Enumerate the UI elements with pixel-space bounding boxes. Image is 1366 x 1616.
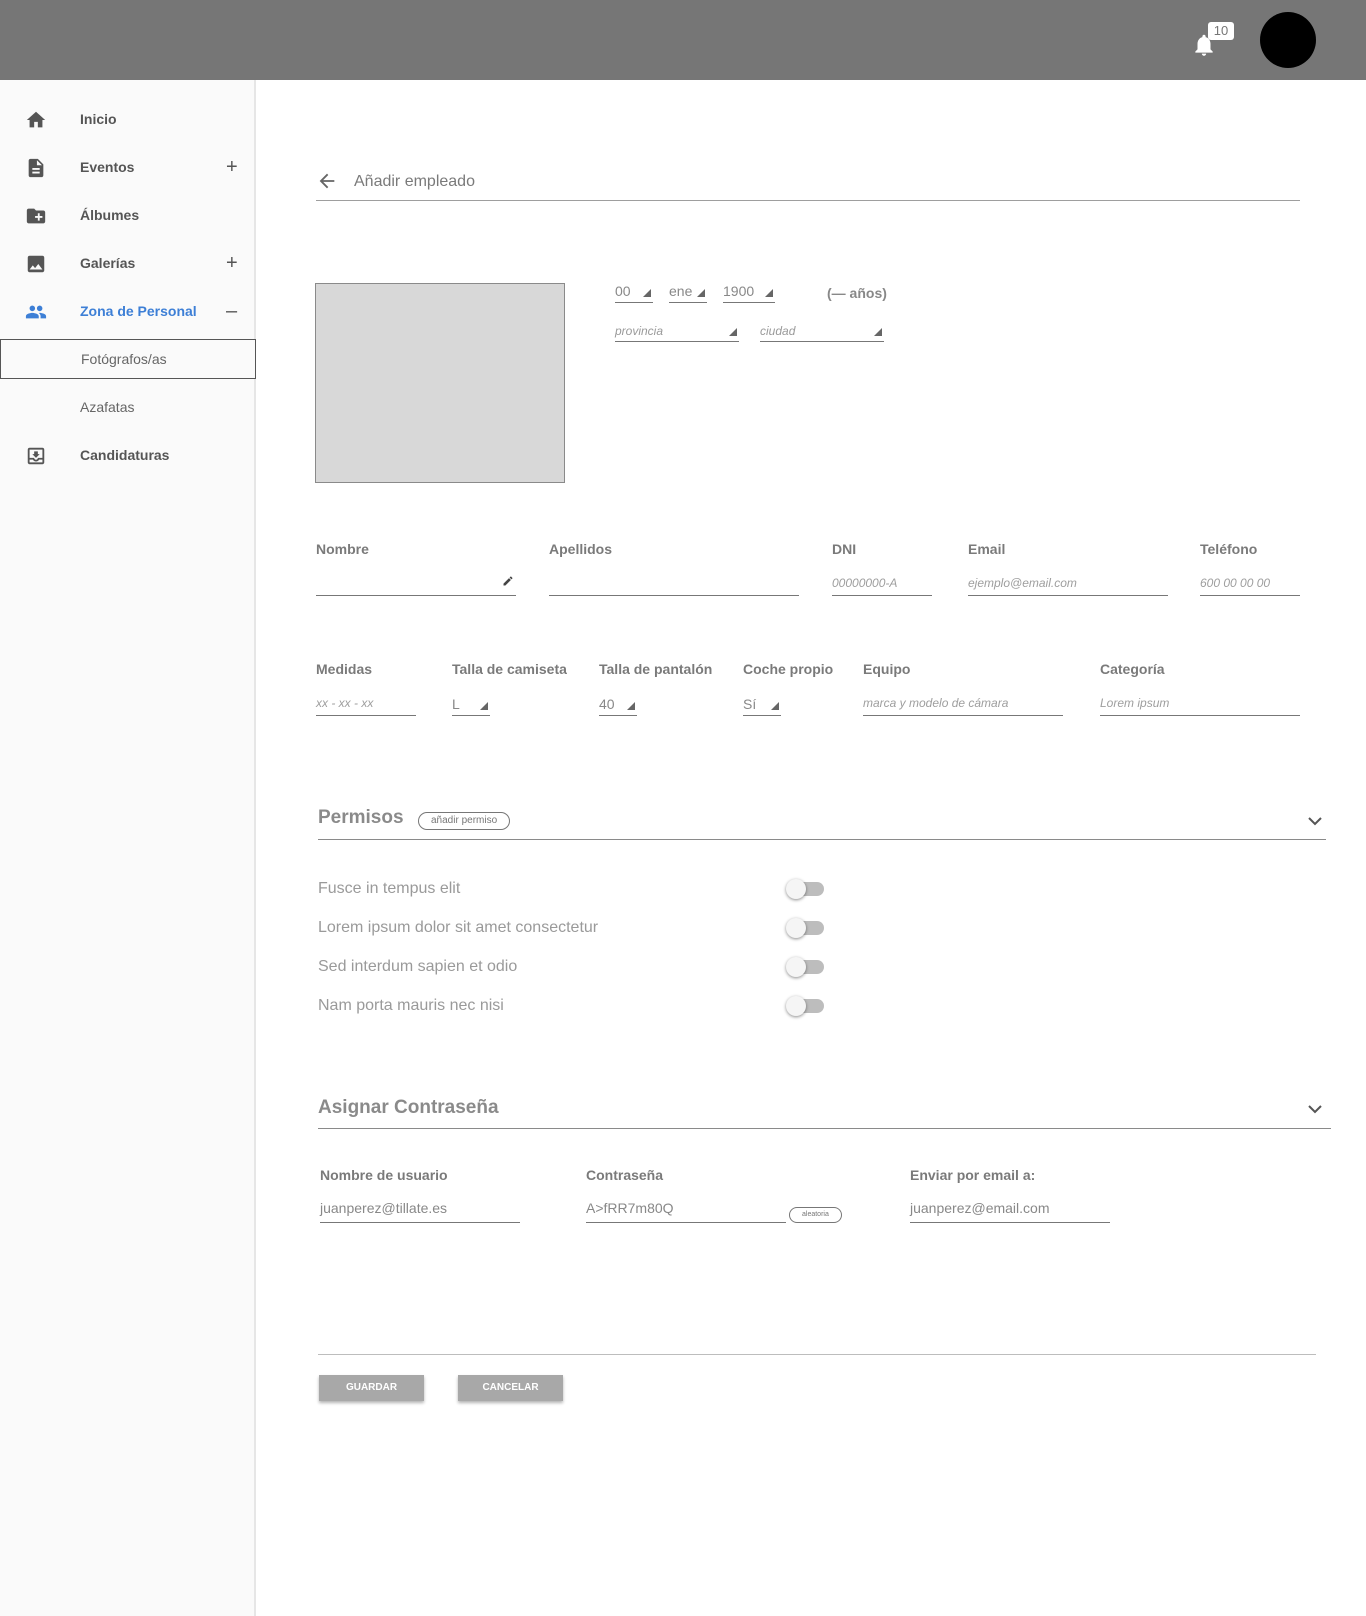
folder-add-icon bbox=[26, 208, 46, 224]
permission-toggle[interactable] bbox=[786, 957, 824, 977]
top-bar: 10 bbox=[0, 0, 1366, 80]
sidebar: Inicio Eventos + Álbumes Galerías + Zona… bbox=[0, 80, 256, 1616]
sidebar-item-label: Fotógrafos/as bbox=[81, 351, 167, 367]
sidebar-item-label: Azafatas bbox=[80, 399, 135, 415]
cancel-button[interactable]: CANCELAR bbox=[458, 1375, 563, 1401]
inbox-download-icon bbox=[27, 447, 45, 465]
password-header[interactable]: Asignar Contraseña bbox=[318, 1094, 1331, 1129]
dropdown-arrow-icon bbox=[874, 328, 882, 336]
send-email-label: Enviar por email a: bbox=[910, 1167, 1036, 1183]
permission-label: Fusce in tempus elit bbox=[318, 880, 461, 897]
categoria-field[interactable]: Lorem ipsum bbox=[1100, 688, 1300, 716]
coche-select[interactable]: Sí bbox=[743, 694, 781, 716]
nombre-field[interactable] bbox=[316, 568, 516, 596]
username-label: Nombre de usuario bbox=[320, 1167, 448, 1183]
sidebar-item-label: Zona de Personal bbox=[80, 303, 197, 319]
people-icon bbox=[25, 305, 47, 319]
sidebar-item-candidaturas[interactable]: Candidaturas bbox=[0, 435, 256, 475]
coche-label: Coche propio bbox=[743, 661, 834, 677]
page-header: Añadir empleado bbox=[316, 168, 1300, 201]
main-content: Añadir empleado 00 ene 1900 (— años) pro… bbox=[258, 80, 1366, 1616]
back-arrow-icon[interactable] bbox=[316, 170, 338, 192]
permisos-title: Permisos bbox=[318, 807, 404, 828]
image-icon bbox=[27, 255, 45, 273]
equipo-field[interactable]: marca y modelo de cámara bbox=[863, 688, 1063, 716]
photo-upload[interactable] bbox=[315, 283, 565, 483]
chevron-down-icon[interactable] bbox=[1308, 1104, 1322, 1114]
dropdown-arrow-icon bbox=[480, 702, 488, 710]
sidebar-item-label: Eventos bbox=[80, 159, 135, 175]
sidebar-item-inicio[interactable]: Inicio bbox=[0, 99, 256, 139]
send-email-field[interactable]: juanperez@email.com bbox=[910, 1195, 1110, 1223]
dropdown-arrow-icon bbox=[643, 289, 651, 297]
permission-toggle[interactable] bbox=[786, 996, 824, 1016]
permission-label: Nam porta mauris nec nisi bbox=[318, 997, 504, 1014]
notification-badge: 10 bbox=[1208, 22, 1234, 40]
password-label: Contraseña bbox=[586, 1167, 664, 1183]
permission-label: Sed interdum sapien et odio bbox=[318, 958, 518, 975]
pantalon-select[interactable]: 40 bbox=[599, 694, 637, 716]
dni-field[interactable]: 00000000-A bbox=[832, 568, 932, 596]
apellidos-field[interactable] bbox=[549, 568, 799, 596]
medidas-field[interactable]: xx - xx - xx bbox=[316, 688, 416, 716]
email-label: Email bbox=[968, 541, 1006, 557]
sidebar-item-label: Álbumes bbox=[80, 207, 140, 223]
permission-toggle[interactable] bbox=[786, 918, 824, 938]
sidebar-item-albumes[interactable]: Álbumes bbox=[0, 195, 256, 235]
dropdown-arrow-icon bbox=[627, 702, 635, 710]
page-title: Añadir empleado bbox=[354, 173, 475, 190]
document-icon bbox=[28, 158, 44, 178]
username-field[interactable]: juanperez@tillate.es bbox=[320, 1195, 520, 1223]
camiseta-label: Talla de camiseta bbox=[452, 661, 567, 677]
birth-month-select[interactable]: ene bbox=[669, 281, 707, 303]
random-password-button[interactable]: aleatoria bbox=[789, 1207, 842, 1223]
permission-label: Lorem ipsum dolor sit amet consectetur bbox=[318, 919, 599, 936]
sidebar-subitem-fotografos[interactable]: Fotógrafos/as bbox=[0, 339, 256, 379]
divider bbox=[318, 1354, 1316, 1355]
save-button[interactable]: GUARDAR bbox=[319, 1375, 424, 1401]
dropdown-arrow-icon bbox=[729, 328, 737, 336]
sidebar-subitem-azafatas[interactable]: Azafatas bbox=[0, 387, 256, 427]
telefono-label: Teléfono bbox=[1200, 541, 1258, 557]
password-title: Asignar Contraseña bbox=[318, 1097, 499, 1118]
avatar[interactable] bbox=[1260, 12, 1316, 68]
password-field[interactable]: A>fRR7m80Q bbox=[586, 1195, 786, 1223]
birth-day-select[interactable]: 00 bbox=[615, 281, 653, 303]
dropdown-arrow-icon bbox=[697, 289, 705, 297]
expand-icon[interactable]: + bbox=[226, 253, 238, 273]
collapse-icon[interactable]: – bbox=[226, 301, 237, 321]
age-display: (— años) bbox=[827, 285, 887, 301]
expand-icon[interactable]: + bbox=[226, 157, 238, 177]
nombre-label: Nombre bbox=[316, 541, 369, 557]
camiseta-select[interactable]: L bbox=[452, 694, 490, 716]
pencil-icon[interactable] bbox=[502, 575, 514, 587]
email-field[interactable]: ejemplo@email.com bbox=[968, 568, 1168, 596]
dropdown-arrow-icon bbox=[765, 289, 773, 297]
home-icon bbox=[26, 111, 46, 128]
sidebar-item-galerias[interactable]: Galerías + bbox=[0, 243, 256, 283]
city-select[interactable]: ciudad bbox=[760, 320, 884, 342]
chevron-down-icon[interactable] bbox=[1308, 816, 1322, 826]
pantalon-label: Talla de pantalón bbox=[599, 661, 713, 677]
birth-year-select[interactable]: 1900 bbox=[723, 281, 775, 303]
medidas-label: Medidas bbox=[316, 661, 373, 677]
add-permission-button[interactable]: añadir permiso bbox=[418, 812, 511, 830]
permisos-header[interactable]: Permisos añadir permiso bbox=[318, 804, 1326, 840]
dni-label: DNI bbox=[832, 541, 857, 557]
sidebar-item-label: Galerías bbox=[80, 255, 136, 271]
dropdown-arrow-icon bbox=[771, 702, 779, 710]
sidebar-item-label: Inicio bbox=[80, 111, 117, 127]
telefono-field[interactable]: 600 00 00 00 bbox=[1200, 568, 1300, 596]
sidebar-item-eventos[interactable]: Eventos + bbox=[0, 147, 256, 187]
permission-toggle[interactable] bbox=[786, 879, 824, 899]
sidebar-item-zona-de-personal[interactable]: Zona de Personal – bbox=[0, 291, 256, 331]
equipo-label: Equipo bbox=[863, 661, 911, 677]
sidebar-item-label: Candidaturas bbox=[80, 447, 170, 463]
apellidos-label: Apellidos bbox=[549, 541, 613, 557]
province-select[interactable]: provincia bbox=[615, 320, 739, 342]
categoria-label: Categoría bbox=[1100, 661, 1165, 677]
